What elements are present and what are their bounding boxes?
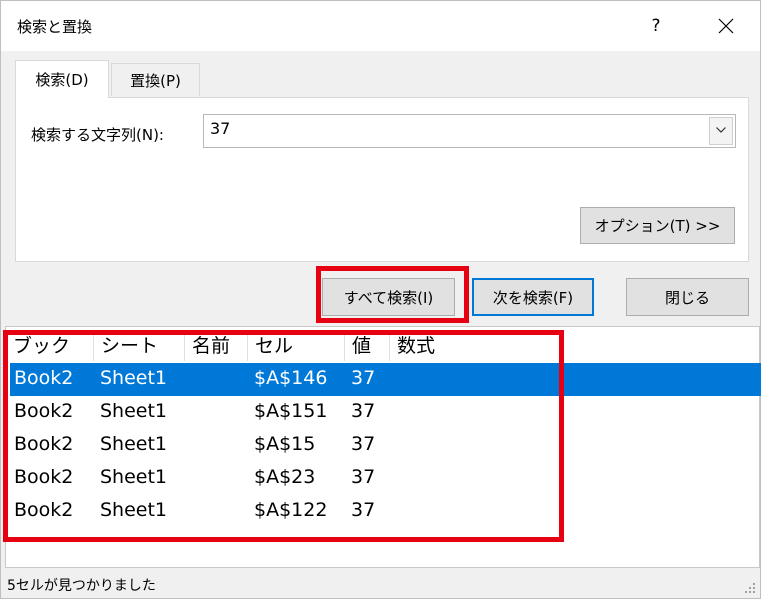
chevron-down-icon — [716, 127, 726, 133]
cell-sheet: Sheet1 — [100, 433, 168, 455]
cell-value: 37 — [351, 433, 376, 455]
column-header-sheet[interactable]: シート — [94, 331, 185, 361]
cell-sheet: Sheet1 — [100, 466, 168, 488]
status-bar: 5セルが見つかりました — [5, 570, 760, 598]
cell-value: 37 — [351, 367, 376, 389]
table-row[interactable]: Book2 Sheet1 $A$15 37 — [10, 429, 761, 462]
cell-address: $A$146 — [254, 367, 328, 389]
cell-book: Book2 — [14, 499, 74, 521]
cell-sheet: Sheet1 — [100, 400, 168, 422]
column-header-name[interactable]: 名前 — [185, 331, 248, 361]
table-row[interactable]: Book2 Sheet1 $A$23 37 — [10, 462, 761, 495]
close-icon — [718, 18, 734, 34]
search-input[interactable]: 37 — [210, 119, 230, 138]
results-list[interactable]: ブック シート 名前 セル 値 数式 Book2 Sheet1 $A$146 3… — [5, 326, 761, 568]
find-all-button[interactable]: すべて検索(I) — [322, 278, 455, 316]
close-dialog-button[interactable]: 閉じる — [626, 278, 749, 316]
search-dropdown-button[interactable] — [709, 117, 733, 145]
cell-sheet: Sheet1 — [100, 367, 168, 389]
column-header-formula[interactable]: 数式 — [390, 331, 470, 361]
cell-address: $A$151 — [254, 400, 328, 422]
find-tab-panel: 検索する文字列(N): 37 オプション(T) >> — [15, 97, 749, 262]
tab-find[interactable]: 検索(D) — [15, 60, 109, 98]
tab-replace[interactable]: 置換(P) — [111, 63, 200, 96]
cell-address: $A$15 — [254, 433, 316, 455]
cell-sheet: Sheet1 — [100, 499, 168, 521]
results-header: ブック シート 名前 セル 値 数式 — [6, 327, 759, 361]
search-combobox[interactable]: 37 — [203, 114, 736, 148]
column-header-cell[interactable]: セル — [248, 331, 345, 361]
resize-grip-icon[interactable] — [744, 582, 756, 594]
options-button[interactable]: オプション(T) >> — [580, 207, 735, 244]
help-button[interactable]: ? — [633, 9, 679, 43]
title-bar: 検索と置換 ? — [1, 1, 760, 51]
table-row[interactable]: Book2 Sheet1 $A$122 37 — [10, 495, 761, 528]
cell-address: $A$122 — [254, 499, 328, 521]
cell-value: 37 — [351, 466, 376, 488]
status-text: 5セルが見つかりました — [7, 578, 156, 594]
cell-book: Book2 — [14, 400, 74, 422]
cell-address: $A$23 — [254, 466, 316, 488]
cell-value: 37 — [351, 499, 376, 521]
table-row[interactable]: Book2 Sheet1 $A$146 37 — [10, 363, 761, 396]
search-label: 検索する文字列(N): — [31, 126, 164, 144]
cell-book: Book2 — [14, 433, 74, 455]
column-header-book[interactable]: ブック — [6, 331, 94, 361]
cell-value: 37 — [351, 400, 376, 422]
find-replace-dialog: 検索と置換 ? 検索(D) 置換(P) 検索する文字列(N): 37 オプション… — [0, 0, 761, 599]
cell-book: Book2 — [14, 367, 74, 389]
find-next-button[interactable]: 次を検索(F) — [472, 278, 594, 316]
dialog-title: 検索と置換 — [17, 18, 93, 36]
table-row[interactable]: Book2 Sheet1 $A$151 37 — [10, 396, 761, 429]
column-header-value[interactable]: 値 — [345, 331, 390, 361]
close-window-button[interactable] — [703, 9, 749, 43]
cell-book: Book2 — [14, 466, 74, 488]
